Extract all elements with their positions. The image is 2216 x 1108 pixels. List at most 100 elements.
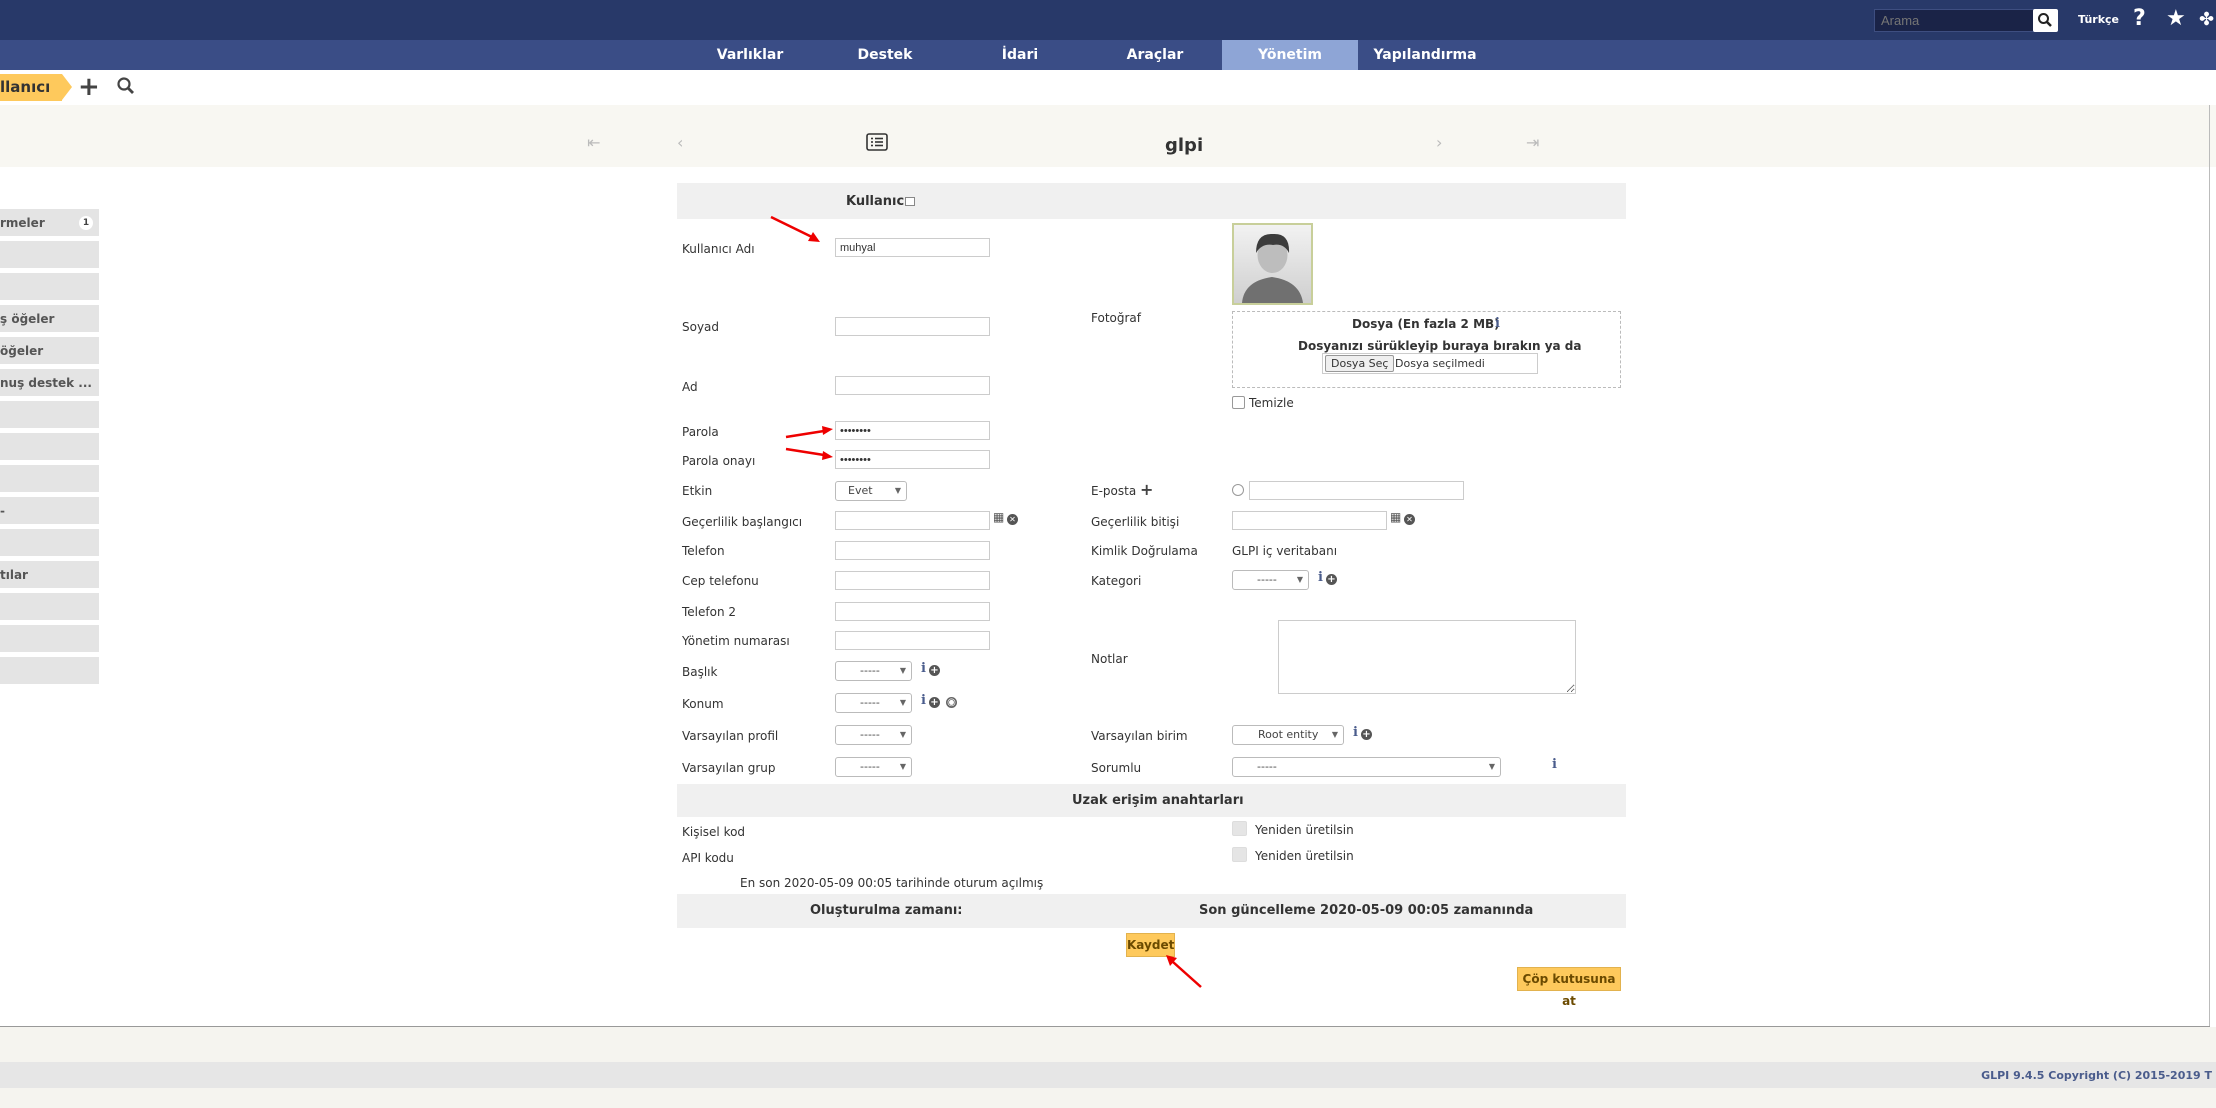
phone2-label: Telefon 2	[682, 605, 737, 619]
puzzle-icon[interactable]: ✤	[2199, 9, 2214, 30]
add-icon[interactable]: +	[78, 72, 100, 102]
list-icon[interactable]	[866, 133, 888, 151]
add-entity-icon[interactable]: +	[1361, 729, 1372, 740]
admin-number-input[interactable]	[835, 631, 990, 650]
title-select[interactable]: -----	[835, 661, 912, 681]
phone-input[interactable]	[835, 541, 990, 560]
globe-icon[interactable]: ◉	[946, 697, 957, 708]
left-tab-1[interactable]: rmeler 1	[0, 209, 99, 237]
add-location-icon[interactable]: +	[929, 697, 940, 708]
regenerate-personal-checkbox[interactable]	[1232, 821, 1247, 836]
copyright-text[interactable]: GLPI 9.4.5 Copyright (C) 2015-2019 T	[1981, 1069, 2212, 1082]
calendar-icon[interactable]: ▦	[1390, 510, 1401, 524]
left-tab-label: -	[0, 504, 5, 518]
language-selector[interactable]: Türkçe	[2078, 13, 2119, 26]
left-tab-15[interactable]	[0, 657, 99, 685]
location-select[interactable]: -----	[835, 693, 912, 713]
last-record-icon[interactable]: ⇥	[1526, 133, 1539, 152]
card-icon	[905, 197, 915, 206]
mobile-input[interactable]	[835, 571, 990, 590]
surname-label: Soyad	[682, 320, 720, 334]
next-record-icon[interactable]: ›	[1436, 133, 1442, 152]
left-tab-7[interactable]	[0, 401, 99, 429]
password-confirm-input[interactable]	[835, 450, 990, 469]
prev-record-icon[interactable]: ‹	[677, 133, 683, 152]
active-select[interactable]: Evet	[835, 481, 907, 501]
question-icon[interactable]: ?	[2133, 6, 2146, 31]
regenerate-api-checkbox[interactable]	[1232, 847, 1247, 862]
remote-keys-header: Uzak erişim anahtarları	[677, 784, 1626, 817]
search-icon	[2038, 13, 2052, 27]
left-tab-6[interactable]: nuş destek ...	[0, 369, 99, 397]
nav-item-varliklar[interactable]: Varlıklar	[695, 40, 805, 70]
supervisor-select[interactable]: -----	[1232, 757, 1501, 777]
drop-instructions: Dosyanızı sürükleyip buraya bırakın ya d…	[1298, 339, 1582, 353]
category-select[interactable]: -----	[1232, 570, 1309, 590]
default-email-radio[interactable]	[1232, 484, 1244, 496]
valid-to-label: Geçerlilik bitişi	[1091, 515, 1180, 529]
nav-item-idari[interactable]: İdari	[965, 40, 1075, 70]
valid-to-input[interactable]	[1232, 511, 1387, 530]
left-tab-14[interactable]	[0, 625, 99, 653]
clear-date-icon[interactable]: ✕	[1404, 514, 1415, 525]
left-tab-2[interactable]	[0, 241, 99, 269]
supervisor-value: -----	[1257, 760, 1277, 773]
add-email-icon[interactable]: +	[1140, 480, 1153, 499]
username-input[interactable]	[835, 238, 990, 257]
password-input[interactable]	[835, 421, 990, 440]
valid-from-input[interactable]	[835, 511, 990, 530]
left-tab-3[interactable]	[0, 273, 99, 301]
add-title-icon[interactable]: +	[929, 665, 940, 676]
file-drop-zone[interactable]: Dosya (En fazla 2 MB) i Dosyanızı sürükl…	[1232, 311, 1621, 388]
breadcrumb-current[interactable]: llanıcı	[0, 74, 62, 101]
search-button[interactable]	[2033, 9, 2058, 32]
clear-date-icon[interactable]: ✕	[1007, 514, 1018, 525]
left-tab-10[interactable]: -	[0, 497, 99, 525]
phone-label: Telefon	[682, 544, 725, 558]
record-header: ⇤ ‹ glpi › ⇥	[0, 105, 2216, 167]
left-tab-8[interactable]	[0, 433, 99, 461]
nav-item-destek[interactable]: Destek	[830, 40, 940, 70]
left-tab-12[interactable]: tılar	[0, 561, 99, 589]
email-input[interactable]	[1249, 481, 1464, 500]
nav-item-araclar[interactable]: Araçlar	[1100, 40, 1210, 70]
star-icon[interactable]: ★	[2166, 6, 2186, 31]
default-profile-select[interactable]: -----	[835, 725, 912, 745]
annotation-arrow	[1166, 955, 1202, 988]
user-photo	[1232, 223, 1313, 305]
main-nav: Varlıklar Destek İdari Araçlar Yönetim Y…	[0, 40, 2216, 70]
left-tab-13[interactable]	[0, 593, 99, 621]
info-icon[interactable]: i	[921, 661, 926, 676]
search-input[interactable]	[1874, 9, 2038, 32]
add-category-icon[interactable]: +	[1326, 574, 1337, 585]
firstname-input[interactable]	[835, 376, 990, 395]
default-entity-select[interactable]: Root entity	[1232, 725, 1344, 745]
file-input[interactable]: Dosya Seç Dosya seçilmedi	[1322, 353, 1538, 374]
phone2-input[interactable]	[835, 602, 990, 621]
calendar-icon[interactable]: ▦	[993, 510, 1004, 524]
info-icon[interactable]: i	[1318, 570, 1323, 585]
default-group-label: Varsayılan grup	[682, 761, 776, 775]
info-icon[interactable]: i	[1552, 757, 1557, 772]
valid-from-label: Geçerlilik başlangıcı	[682, 515, 803, 529]
last-login-text: En son 2020-05-09 00:05 tarihinde oturum…	[740, 876, 1044, 890]
info-icon[interactable]: i	[1353, 725, 1358, 740]
info-icon[interactable]: i	[921, 693, 926, 708]
search-icon[interactable]	[116, 76, 136, 96]
default-group-select[interactable]: -----	[835, 757, 912, 777]
left-tab-9[interactable]	[0, 465, 99, 493]
nav-item-yonetim[interactable]: Yönetim	[1222, 40, 1358, 70]
clear-photo-checkbox[interactable]	[1232, 396, 1245, 409]
nav-item-yapilandirma[interactable]: Yapılandırma	[1370, 40, 1480, 70]
trash-button[interactable]: Çöp kutusuna at	[1517, 967, 1621, 1008]
info-icon[interactable]: i	[1495, 316, 1500, 331]
surname-input[interactable]	[835, 317, 990, 336]
first-record-icon[interactable]: ⇤	[587, 133, 600, 152]
annotation-arrow	[770, 215, 820, 242]
left-tab-11[interactable]	[0, 529, 99, 557]
left-tab-5[interactable]: öğeler	[0, 337, 99, 365]
choose-file-button[interactable]: Dosya Seç	[1325, 355, 1395, 372]
left-tab-4[interactable]: ş öğeler	[0, 305, 99, 333]
notes-label: Notlar	[1091, 652, 1128, 666]
notes-textarea[interactable]	[1278, 620, 1576, 694]
